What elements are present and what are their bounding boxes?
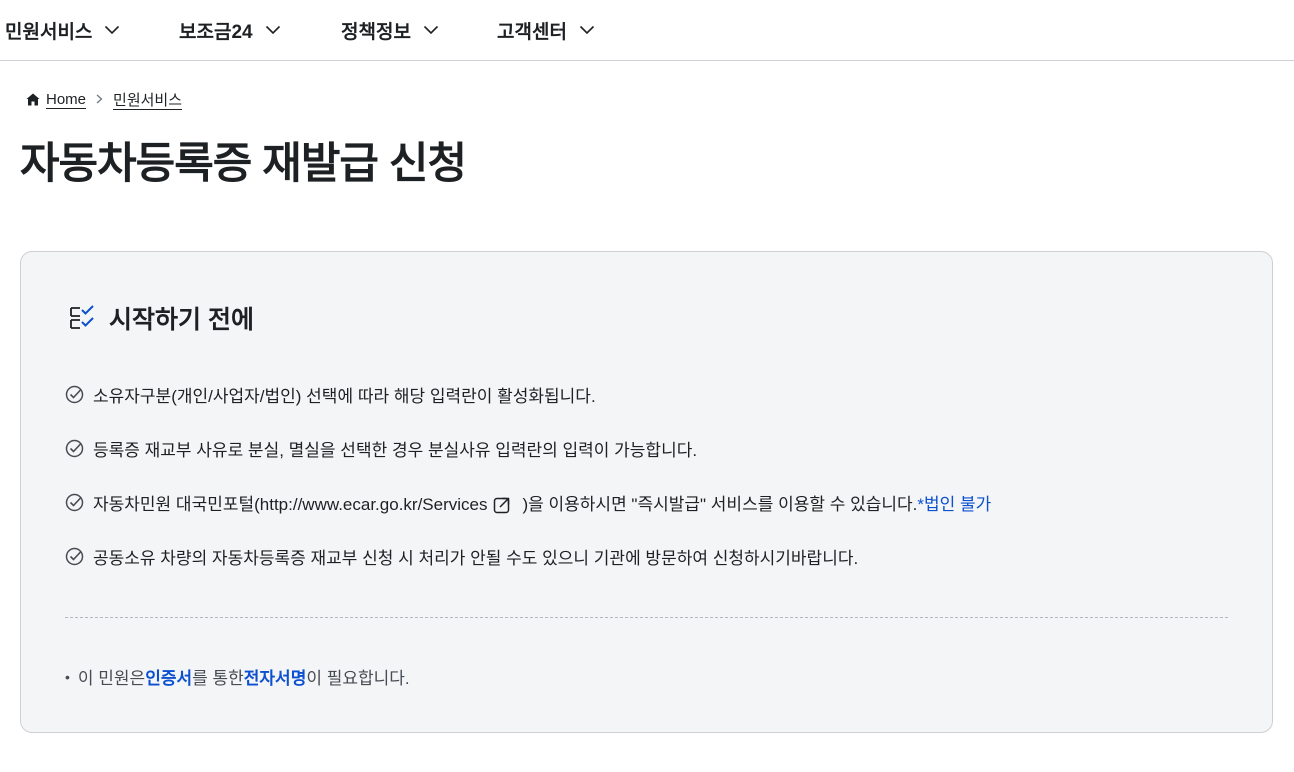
page-title: 자동차등록증 재발급 신청 (20, 140, 467, 188)
gnb-item-subsidy24[interactable]: 보조금24 (179, 0, 341, 60)
notice-cert: 인증서 (145, 669, 193, 688)
list-item: 등록증 재교부 사유로 분실, 멸실을 선택한 경우 분실사유 입력란의 입력이… (65, 436, 991, 460)
breadcrumb-home: Home (26, 91, 86, 108)
notice-suffix: 이 필요합니다. (306, 669, 410, 688)
signature-notice: • 이 민원은 인증서 를 통한 전자서명 이 필요합니다. (65, 664, 410, 689)
check-circle-icon (65, 547, 84, 565)
chevron-down-icon (265, 25, 280, 35)
gnb-item-civil-service[interactable]: 민원서비스 (5, 0, 179, 60)
before-start-card: 시작하기 전에 소유자구분(개인/사업자/법인) 선택에 따라 해당 입력란이 … (20, 251, 1273, 733)
card-title-text: 시작하기 전에 (109, 306, 254, 334)
card-title: 시작하기 전에 (67, 300, 254, 336)
list-item: 자동차민원 대국민포털(http://www.ecar.go.kr/Servic… (65, 490, 991, 514)
chevron-right-icon (96, 94, 103, 104)
list-item-text-after: )을 이용하시면 "즉시발급" 서비스를 이용할 수 있습니다. (522, 494, 918, 514)
gnb-label: 정책정보 (341, 21, 411, 43)
home-icon (26, 93, 40, 105)
list-item-text: 자동차민원 대국민포털(http://www.ecar.go.kr/Servic… (93, 490, 991, 515)
breadcrumb-separator (96, 94, 103, 104)
dashed-divider (65, 617, 1228, 618)
global-nav: 민원서비스 보조금24 정책정보 고객센터 (0, 0, 1294, 61)
notice-middle: 를 통한 (192, 669, 244, 688)
list-item-text: 공동소유 차량의 자동차등록증 재교부 신청 시 처리가 안될 수도 있으니 기… (93, 548, 859, 568)
ecar-portal-link[interactable]: 자동차민원 대국민포털(http://www.ecar.go.kr/Servic… (93, 495, 487, 514)
check-circle-icon (65, 439, 84, 457)
list-item-text: 등록증 재교부 사유로 분실, 멸실을 선택한 경우 분실사유 입력란의 입력이… (93, 440, 698, 460)
breadcrumb-home-link[interactable]: Home (46, 91, 86, 108)
list-item: 소유자구분(개인/사업자/법인) 선택에 따라 해당 입력란이 활성화됩니다. (65, 382, 991, 406)
external-link-icon[interactable] (493, 496, 520, 514)
gnb-item-customer-center[interactable]: 고객센터 (497, 0, 595, 60)
gnb-item-policy-info[interactable]: 정책정보 (341, 0, 497, 60)
check-circle-icon (65, 385, 84, 403)
check-circle-icon (65, 493, 84, 511)
notice-sign: 전자서명 (243, 669, 307, 688)
list-item: 공동소유 차량의 자동차등록증 재교부 신청 시 처리가 안될 수도 있으니 기… (65, 544, 991, 568)
breadcrumb-current-link[interactable]: 민원서비스 (113, 89, 182, 110)
chevron-down-icon (423, 25, 438, 35)
gnb-label: 보조금24 (179, 21, 253, 43)
breadcrumb: Home 민원서비스 (26, 89, 1294, 109)
notice-prefix: 이 민원은 (77, 669, 146, 688)
check-list: 소유자구분(개인/사업자/법인) 선택에 따라 해당 입력란이 활성화됩니다. … (65, 382, 991, 598)
bullet-icon: • (65, 668, 70, 685)
chevron-down-icon (579, 25, 594, 35)
gnb-label: 민원서비스 (5, 21, 93, 43)
corporate-note: *법인 불가 (917, 494, 992, 514)
list-item-text: 소유자구분(개인/사업자/법인) 선택에 따라 해당 입력란이 활성화됩니다. (93, 386, 596, 406)
chevron-down-icon (105, 25, 120, 35)
checklist-icon (70, 305, 94, 329)
gnb-label: 고객센터 (497, 21, 567, 43)
